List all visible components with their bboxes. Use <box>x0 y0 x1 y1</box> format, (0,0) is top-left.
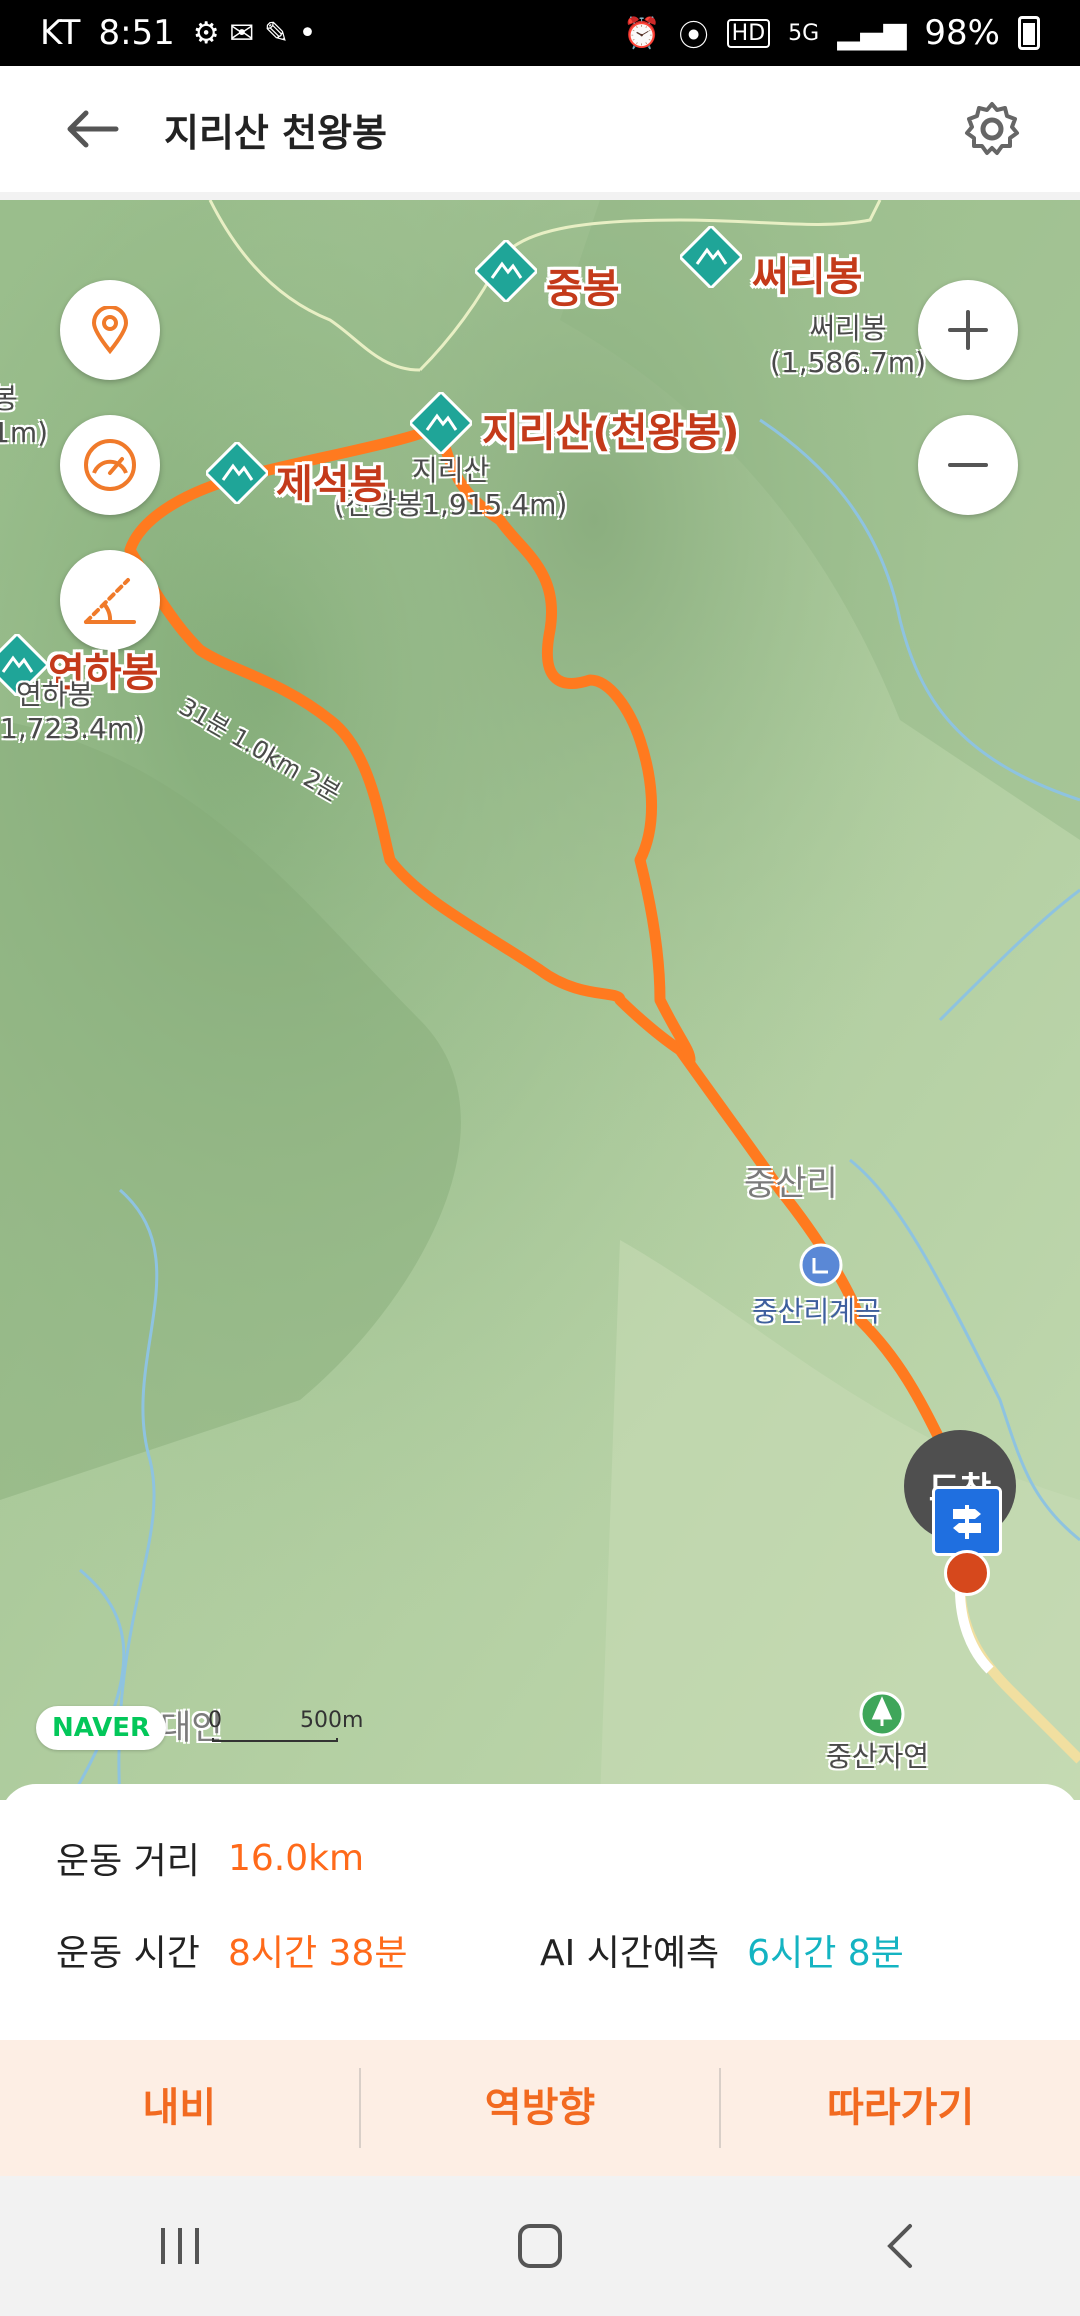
area-label: 중산리 <box>744 1164 838 1204</box>
ai-estimate-row: AI 시간예측 6시간 8분 <box>540 1924 904 1976</box>
home-button[interactable] <box>480 2206 600 2286</box>
my-location-button[interactable] <box>60 280 160 380</box>
reverse-button[interactable]: 역방향 <box>361 2040 720 2176</box>
status-bar: KT 8:51 ⚙ ✉ ✎ • ⏰ ⦿ HD 5G ▂▄▆ 98% <box>0 0 1080 66</box>
app-header: 지리산 천왕봉 <box>0 66 1080 200</box>
scale-distance: 500m <box>300 1708 364 1733</box>
start-pin-icon[interactable] <box>944 1550 990 1596</box>
speed-button[interactable] <box>60 415 160 515</box>
action-bar: 내비 역방향 따라가기 <box>0 2040 1080 2176</box>
map-scale: 0 500m <box>208 1708 363 1742</box>
distance-row: 운동 거리 16.0km <box>56 1832 364 1884</box>
gear-icon <box>965 102 1019 155</box>
peak-elevation: (1,586.7m) <box>770 346 926 379</box>
peak-sub-label: 써리봉 (1,586.7m) <box>770 312 926 380</box>
plus-icon <box>948 310 988 350</box>
network-label: 5G <box>788 20 820 46</box>
speedometer-icon <box>84 439 136 491</box>
valley-poi-icon[interactable] <box>798 1242 844 1288</box>
peak-marker-icon[interactable] <box>680 226 742 288</box>
location-pin-icon <box>91 306 129 354</box>
naver-logo: NAVER <box>36 1706 166 1750</box>
back-button[interactable] <box>62 99 122 159</box>
navi-button[interactable]: 내비 <box>0 2040 359 2176</box>
slope-icon <box>84 578 136 624</box>
location-icon: ⦿ <box>678 19 709 54</box>
zoom-out-button[interactable] <box>918 415 1018 515</box>
peak-label-jeseokbong: 제석봉 <box>276 462 387 508</box>
minus-icon <box>948 463 988 467</box>
peak-sub-name: 연하봉 <box>16 678 94 711</box>
zoom-in-button[interactable] <box>918 280 1018 380</box>
distance-value: 16.0km <box>227 1837 365 1879</box>
poi-label: 중산리계곡 <box>752 1295 881 1328</box>
ai-estimate-label: AI 시간예측 <box>540 1933 720 1974</box>
page-title: 지리산 천왕봉 <box>164 110 387 155</box>
peak-label-cheonwangbong: 지리산(천왕봉) <box>482 410 740 456</box>
time-row: 운동 시간 8시간 38분 <box>56 1924 407 1976</box>
hd-badge: HD <box>726 18 771 48</box>
settings-button[interactable] <box>960 97 1024 161</box>
elevation-button[interactable] <box>60 550 160 650</box>
forest-poi-icon[interactable] <box>858 1690 906 1738</box>
edge-peak-label: 봉 1m) <box>0 382 48 450</box>
trailhead-sign-marker[interactable] <box>932 1486 1002 1556</box>
signpost-icon <box>953 1505 981 1539</box>
carrier-label: KT <box>40 13 81 53</box>
clock: 8:51 <box>98 13 175 53</box>
alarm-icon: ⏰ <box>623 15 661 51</box>
trail-map[interactable]: 중봉 써리봉 써리봉 (1,586.7m) 지리산(천왕봉) 지리산 (천왕봉1… <box>0 200 1080 1800</box>
peak-label-sseoribong: 써리봉 <box>752 254 863 300</box>
workout-info-panel: 운동 거리 16.0km 운동 시간 8시간 38분 AI 시간예측 6시간 8… <box>0 1784 1080 2040</box>
signal-icon: ▂▄▆ <box>837 15 907 51</box>
scale-line <box>212 1738 338 1742</box>
battery-icon <box>1018 16 1040 50</box>
edge-label: 1m) <box>0 416 49 449</box>
peak-elevation: 1,723.4m) <box>0 712 146 745</box>
peak-marker-icon[interactable] <box>410 392 472 454</box>
recents-icon <box>161 2228 199 2264</box>
peak-label-jungbong: 중봉 <box>546 266 620 312</box>
follow-button[interactable]: 따라가기 <box>721 2040 1080 2176</box>
peak-marker-icon[interactable] <box>206 442 268 504</box>
system-nav-bar <box>0 2176 1080 2316</box>
time-value: 8시간 38분 <box>227 1933 408 1974</box>
distance-label: 운동 거리 <box>56 1841 200 1882</box>
scale-zero: 0 <box>208 1708 222 1733</box>
forest-label: 중산자연 <box>826 1740 930 1773</box>
notification-icons: ⚙ ✉ ✎ • <box>192 15 317 51</box>
time-label: 운동 시간 <box>56 1933 200 1974</box>
recents-button[interactable] <box>120 2206 240 2286</box>
home-icon <box>518 2224 562 2268</box>
system-back-button[interactable] <box>840 2206 960 2286</box>
back-arrow-icon <box>67 110 119 148</box>
chevron-left-icon <box>887 2224 912 2268</box>
peak-sub-name: 써리봉 <box>809 312 887 345</box>
edge-label: 봉 <box>0 382 18 415</box>
peak-sub-label: 연하봉 1,723.4m) <box>0 678 145 746</box>
battery-percent: 98% <box>924 13 1000 53</box>
peak-marker-icon[interactable] <box>475 240 537 302</box>
ai-estimate-value: 6시간 8분 <box>747 1933 904 1974</box>
